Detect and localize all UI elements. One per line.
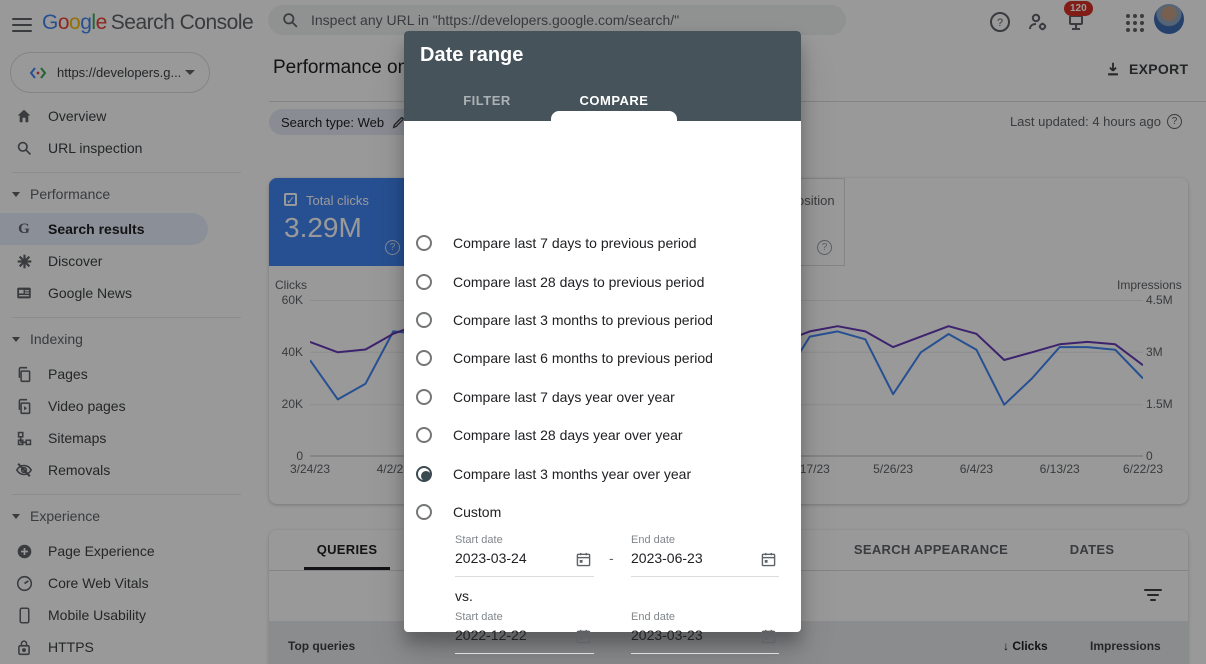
option-label: Compare last 3 months to previous period <box>453 312 713 328</box>
calendar-icon[interactable] <box>761 552 777 568</box>
start-date-input-2[interactable] <box>455 621 560 643</box>
compare-option[interactable]: Custom <box>404 493 801 531</box>
option-label: Compare last 3 months year over year <box>453 466 691 482</box>
end-date-field-2[interactable] <box>631 621 779 654</box>
calendar-icon[interactable] <box>761 629 777 645</box>
compare-option[interactable]: Compare last 7 days to previous period <box>404 224 801 262</box>
calendar-icon[interactable] <box>576 629 592 645</box>
start-date-input-1[interactable] <box>455 544 560 566</box>
calendar-icon[interactable] <box>576 552 592 568</box>
vs-label: vs. <box>455 588 473 604</box>
option-label: Compare last 28 days year over year <box>453 427 683 443</box>
tab-compare[interactable]: COMPARE <box>551 81 677 121</box>
end-date-field-1[interactable] <box>631 544 779 577</box>
option-label: Compare last 7 days to previous period <box>453 235 697 251</box>
radio-icon[interactable] <box>416 274 432 290</box>
radio-icon[interactable] <box>416 427 432 443</box>
compare-option[interactable]: Compare last 3 months to previous period <box>404 301 801 339</box>
compare-options-list: Compare last 7 days to previous period C… <box>404 224 801 531</box>
date-separator: - <box>609 550 614 566</box>
radio-icon[interactable] <box>416 466 432 482</box>
google-search-console-app: GoogleSearch Console ? 120 https://devel… <box>0 0 1206 664</box>
dialog-title: Date range <box>420 44 523 67</box>
option-label: Compare last 28 days to previous period <box>453 274 704 290</box>
compare-option[interactable]: Compare last 28 days year over year <box>404 416 801 454</box>
radio-icon[interactable] <box>416 389 432 405</box>
compare-option[interactable]: Compare last 6 months to previous period <box>404 339 801 377</box>
start-date-field-1[interactable] <box>455 544 594 577</box>
radio-icon[interactable] <box>416 350 432 366</box>
dialog-header: Date range FILTER COMPARE <box>404 31 801 121</box>
option-label: Compare last 6 months to previous period <box>453 350 713 366</box>
compare-option[interactable]: Compare last 28 days to previous period <box>404 262 801 300</box>
end-date-input-1[interactable] <box>631 544 736 566</box>
radio-icon[interactable] <box>416 235 432 251</box>
end-date-input-2[interactable] <box>631 621 736 643</box>
date-separator: - <box>609 627 614 643</box>
tab-filter[interactable]: FILTER <box>444 81 530 121</box>
date-range-dialog: Date range FILTER COMPARE Compare last 7… <box>404 31 801 632</box>
start-date-field-2[interactable] <box>455 621 594 654</box>
option-label: Custom <box>453 504 501 520</box>
compare-option[interactable]: Compare last 7 days year over year <box>404 378 801 416</box>
compare-option[interactable]: Compare last 3 months year over year <box>404 454 801 492</box>
option-label: Compare last 7 days year over year <box>453 389 675 405</box>
radio-icon[interactable] <box>416 312 432 328</box>
radio-icon[interactable] <box>416 504 432 520</box>
